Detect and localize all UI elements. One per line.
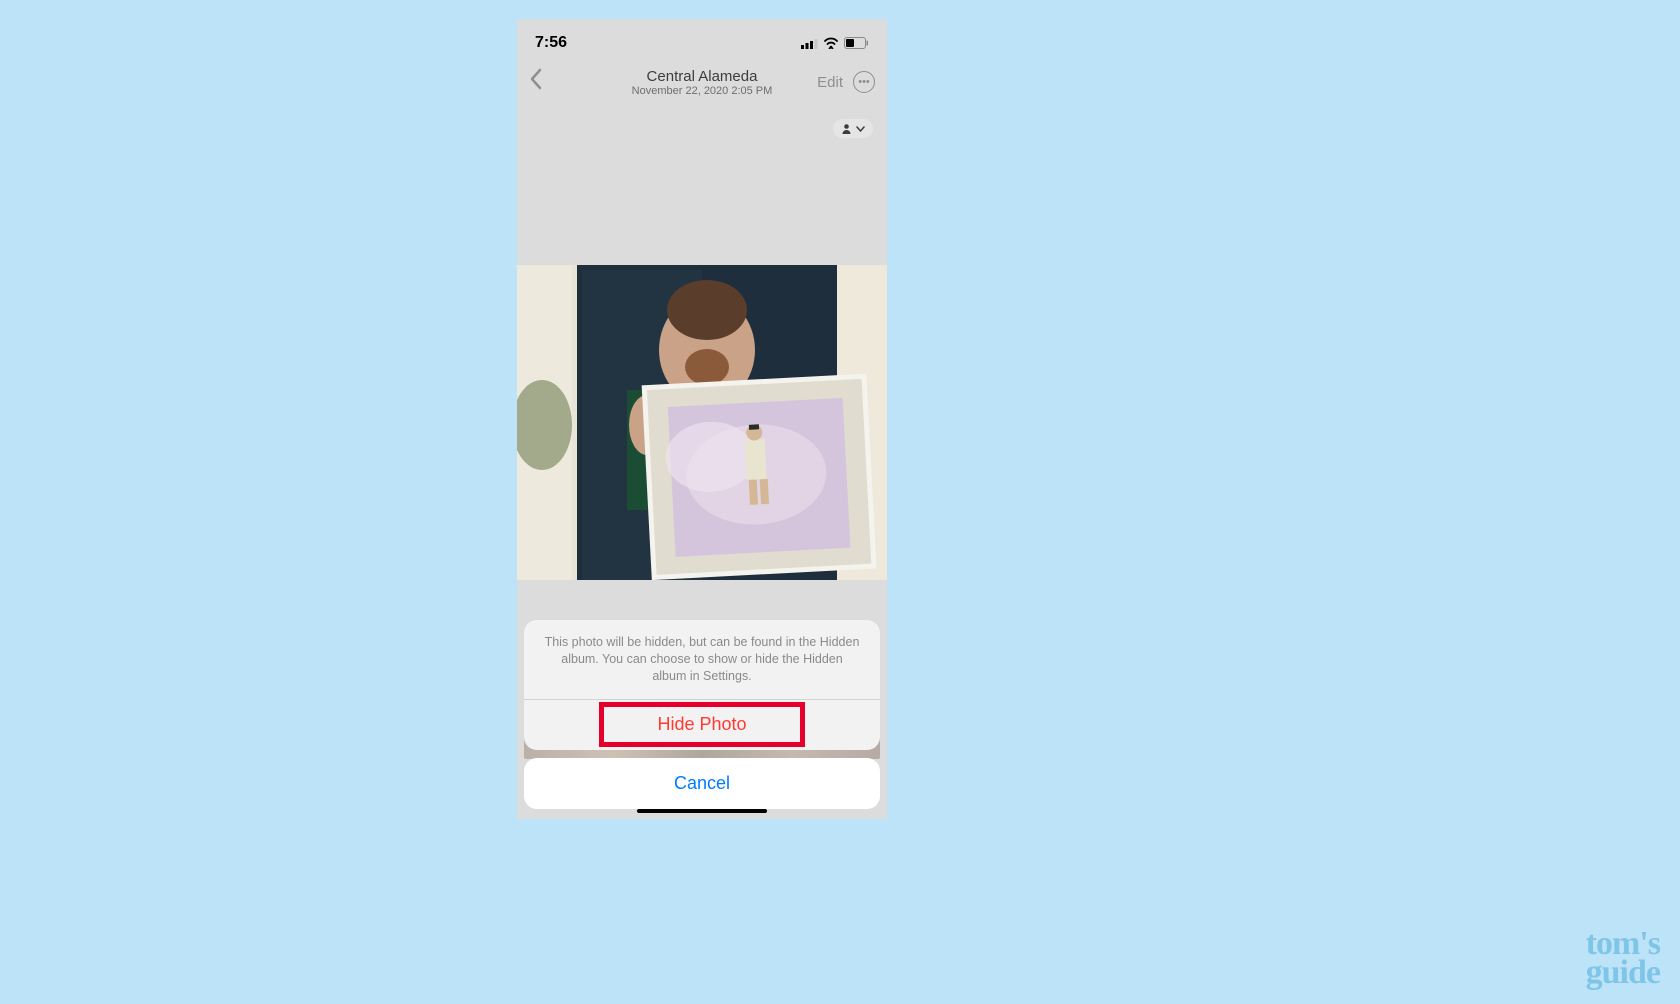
home-indicator[interactable]	[637, 809, 767, 814]
battery-icon	[844, 37, 869, 49]
sheet-message: This photo will be hidden, but can be fo…	[524, 620, 880, 699]
nav-title-group: Central Alameda November 22, 2020 2:05 P…	[569, 68, 835, 97]
chevron-down-icon	[856, 126, 865, 132]
hide-photo-button[interactable]: Hide Photo	[524, 699, 880, 750]
watermark-line2: guide	[1586, 958, 1660, 989]
cancel-button[interactable]: Cancel	[524, 758, 880, 809]
more-button[interactable]: •••	[853, 71, 875, 93]
status-icons	[801, 37, 869, 49]
status-bar: 7:56	[517, 19, 887, 57]
action-sheet: This photo will be hidden, but can be fo…	[524, 620, 880, 809]
photo-viewer[interactable]	[517, 265, 887, 580]
people-tag-pill[interactable]	[833, 119, 873, 138]
watermark: tom's guide	[1586, 930, 1660, 989]
nav-title: Central Alameda	[569, 68, 835, 85]
edit-button[interactable]: Edit	[817, 74, 843, 91]
action-sheet-card: This photo will be hidden, but can be fo…	[524, 620, 880, 750]
status-time: 7:56	[535, 34, 567, 52]
person-icon	[841, 123, 852, 134]
cellular-icon	[801, 38, 818, 49]
annotation-highlight	[599, 702, 805, 747]
nav-bar: Central Alameda November 22, 2020 2:05 P…	[517, 57, 887, 107]
phone-screenshot: 7:56 Central A	[517, 19, 887, 819]
wifi-icon	[823, 37, 839, 49]
nav-subtitle: November 22, 2020 2:05 PM	[569, 85, 835, 97]
back-button[interactable]	[529, 68, 542, 96]
